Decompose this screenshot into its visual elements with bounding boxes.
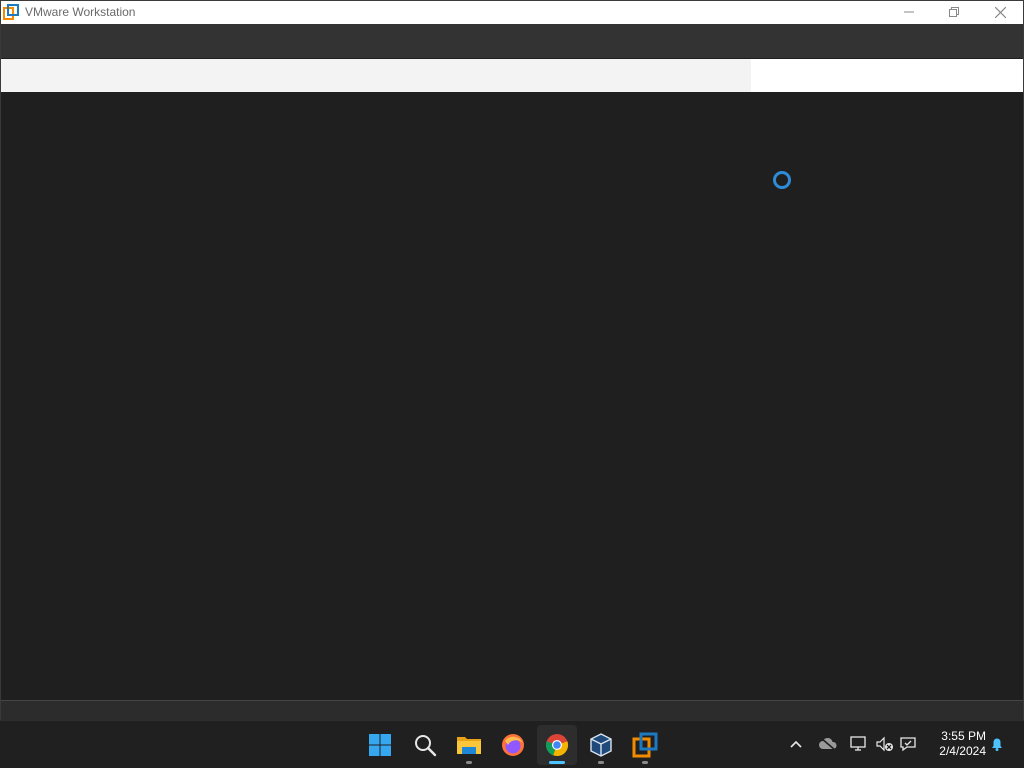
- virtualbox-button[interactable]: [581, 725, 621, 765]
- running-indicator: [466, 761, 472, 764]
- virtualbox-icon: [590, 733, 612, 757]
- vmware-button[interactable]: [625, 725, 665, 765]
- firefox-button[interactable]: [493, 725, 533, 765]
- clock-time: 3:55 PM: [941, 729, 986, 743]
- chat-icon: [900, 737, 916, 752]
- restore-button[interactable]: [931, 1, 977, 23]
- search-icon: [415, 735, 437, 757]
- loading-spinner-icon: [773, 171, 791, 189]
- network-tray-button[interactable]: [847, 732, 871, 756]
- volume-muted-icon: [876, 736, 893, 752]
- notification-bell-icon: [992, 738, 1002, 751]
- vmware-window: VMware Workstation: [0, 0, 1024, 720]
- minimize-icon: [904, 11, 914, 13]
- search-button[interactable]: [405, 725, 445, 765]
- clock-date: 2/4/2024: [939, 744, 986, 758]
- firefox-icon: [502, 734, 524, 756]
- chevron-up-icon: [790, 740, 802, 748]
- active-indicator: [549, 761, 565, 764]
- start-button[interactable]: [360, 725, 400, 765]
- tab-strip: [1, 59, 1023, 92]
- folder-icon: [457, 737, 481, 754]
- network-icon: [850, 736, 866, 751]
- vm-display[interactable]: [1, 92, 1023, 699]
- status-bar: [1, 700, 1023, 720]
- vmware-icon: [632, 732, 658, 758]
- minimize-button[interactable]: [886, 1, 932, 23]
- title-bar[interactable]: VMware Workstation: [1, 1, 1023, 24]
- windows-logo-icon: [369, 734, 391, 756]
- chrome-button[interactable]: [537, 725, 577, 765]
- show-hidden-icons-button[interactable]: [784, 732, 808, 756]
- taskbar-clock[interactable]: 3:55 PM 2/4/2024: [926, 729, 986, 759]
- chrome-icon: [545, 734, 569, 757]
- chat-tray-button[interactable]: [896, 732, 920, 756]
- toolbar: [1, 24, 1023, 58]
- volume-tray-button[interactable]: [873, 732, 897, 756]
- running-indicator: [598, 761, 604, 764]
- onedrive-tray-button[interactable]: [816, 732, 840, 756]
- tab-strip-blank-area: [751, 59, 1023, 92]
- cloud-offline-icon: [819, 737, 837, 751]
- restore-icon: [949, 7, 959, 17]
- notifications-button[interactable]: [985, 732, 1009, 756]
- close-icon: [994, 6, 1006, 18]
- close-button[interactable]: [977, 1, 1023, 23]
- running-indicator: [642, 761, 648, 764]
- file-explorer-button[interactable]: [449, 725, 489, 765]
- window-title: VMware Workstation: [25, 5, 136, 19]
- vmware-app-icon: [3, 4, 19, 20]
